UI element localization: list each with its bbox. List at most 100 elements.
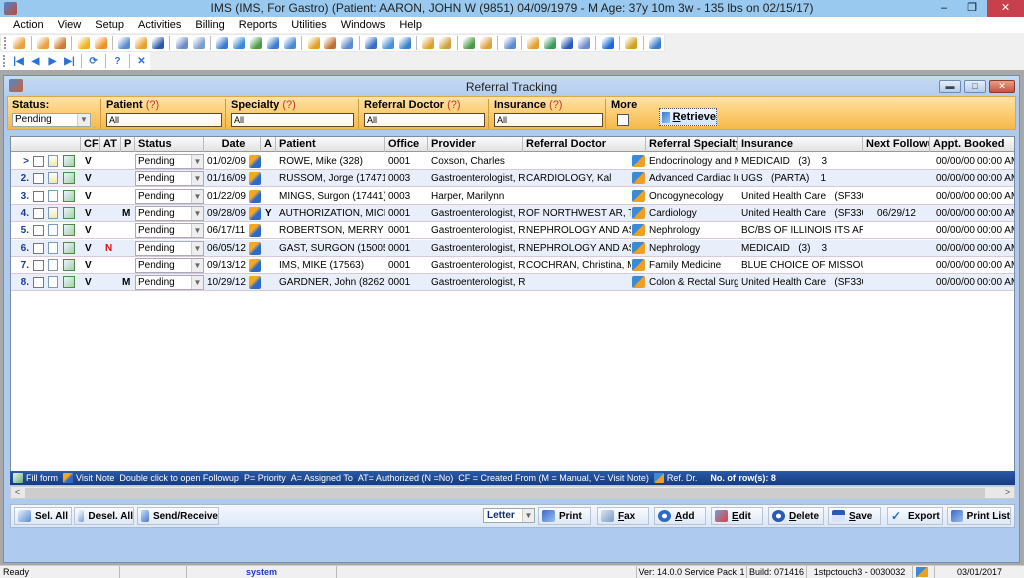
table-row[interactable]: 5. V Pending▼06/17/11 ROBERTSON, MERRY (175… (11, 222, 1014, 240)
table-row[interactable]: 2. V Pending ▼ 01/16/09 RUSSOM, Jorge (17471)… (11, 170, 1014, 188)
menu-reports[interactable]: Reports (232, 17, 285, 33)
table-row[interactable]: 3. V Pending ▼ 01/22/09 MINGS, Surgon (17441)… (11, 188, 1014, 205)
ref-dr-icon[interactable] (632, 206, 645, 219)
column-header-office[interactable]: Office (385, 137, 428, 152)
ref-dr-icon[interactable] (632, 241, 645, 254)
document-icon[interactable] (48, 172, 58, 185)
visit-note-icon[interactable] (249, 224, 261, 238)
patient-check-icon[interactable] (53, 35, 68, 51)
row-checkbox[interactable] (33, 173, 44, 185)
chevron-down-icon[interactable]: ▼ (191, 172, 203, 186)
template-icon[interactable] (577, 35, 592, 51)
column-header-insurance[interactable]: Insurance (738, 137, 863, 152)
referral-doctor-filter-input[interactable]: All (364, 113, 485, 127)
charges-icon[interactable] (266, 35, 281, 51)
chevron-down-icon[interactable]: ▼ (191, 224, 203, 238)
prescription-icon[interactable] (117, 35, 132, 51)
column-header-date[interactable]: Date (204, 137, 261, 152)
visit-note-icon[interactable] (249, 155, 261, 168)
row-checkbox[interactable] (33, 207, 44, 219)
row-checkbox[interactable] (33, 242, 44, 254)
shield-icon[interactable] (151, 35, 166, 51)
chevron-down-icon[interactable]: ▼ (522, 509, 534, 522)
minimize-button[interactable]: – (930, 0, 958, 17)
help-icon[interactable] (600, 35, 615, 51)
chevron-down-icon[interactable]: ▼ (191, 276, 203, 290)
chart-icon[interactable] (462, 35, 477, 51)
inbox-icon[interactable] (380, 35, 395, 51)
first-record-icon[interactable]: |◀ (11, 53, 26, 69)
referral-icon[interactable] (478, 35, 493, 51)
claims-icon[interactable] (249, 35, 264, 51)
status-filter-select[interactable]: Pending ▼ (12, 113, 91, 127)
fill-form-icon[interactable] (63, 241, 75, 254)
fill-form-icon[interactable] (63, 189, 75, 202)
referral-doctor-help-link[interactable]: (?) (447, 99, 460, 111)
last-record-icon[interactable]: ▶| (62, 53, 77, 69)
visit-note-icon[interactable] (249, 172, 261, 186)
column-header-provider[interactable]: Provider (428, 137, 523, 152)
visit-note-icon[interactable] (93, 35, 108, 51)
status-select[interactable]: Pending ▼ (135, 275, 204, 291)
menu-view[interactable]: View (51, 17, 89, 33)
ref-dr-icon[interactable] (632, 172, 645, 185)
row-checkbox[interactable] (33, 259, 44, 271)
chevron-down-icon[interactable]: ▼ (77, 114, 90, 126)
chevron-down-icon[interactable]: ▼ (191, 206, 203, 220)
insurance-filter-input[interactable]: All (494, 113, 603, 127)
document-view-icon[interactable] (502, 35, 517, 51)
patient-filter-input[interactable]: All (106, 113, 222, 127)
billing-icon[interactable] (215, 35, 230, 51)
restore-button[interactable]: ❐ (958, 0, 986, 17)
scheduler-icon[interactable] (323, 35, 338, 51)
chevron-down-icon[interactable]: ▼ (191, 241, 203, 255)
fill-form-icon[interactable] (63, 224, 75, 237)
fax-icon[interactable] (526, 35, 541, 51)
row-checkbox[interactable] (33, 225, 44, 237)
column-header-p[interactable]: P (121, 137, 135, 152)
fill-form-icon[interactable] (63, 155, 75, 167)
column-header-patient[interactable]: Patient (276, 137, 385, 152)
status-select[interactable]: Pending ▼ (135, 205, 204, 221)
export-button[interactable]: ✓ Export (887, 507, 943, 525)
visit-note-icon[interactable] (249, 276, 261, 290)
child-minimize-button[interactable]: ▬ (939, 80, 961, 93)
payment-icon[interactable] (232, 35, 247, 51)
table-row[interactable]: 6. V N Pending ▼ 06/05/12 GAST, SURGON (15005)… (11, 239, 1014, 257)
document-icon[interactable] (174, 35, 189, 51)
delete-button[interactable]: Delete (768, 507, 824, 525)
close-button[interactable]: ✕ (987, 0, 1024, 17)
ref-dr-icon[interactable] (632, 258, 645, 271)
insurance-help-link[interactable]: (?) (549, 99, 562, 111)
patient-help-link[interactable]: (?) (146, 99, 159, 111)
document-icon[interactable] (48, 206, 58, 219)
horizontal-scrollbar[interactable]: < > (10, 486, 1015, 499)
ledger-icon[interactable] (282, 35, 297, 51)
menu-activities[interactable]: Activities (131, 17, 188, 33)
refresh-icon[interactable]: ⟳ (86, 53, 101, 69)
column-header-select[interactable] (11, 137, 81, 152)
column-header-next-followup[interactable]: Next Followup (863, 137, 930, 152)
send-receive-button[interactable]: Send/Receive (137, 507, 219, 525)
note-pad-icon[interactable] (191, 35, 206, 51)
chevron-down-icon[interactable]: ▼ (191, 189, 203, 203)
edit-button[interactable]: Edit (711, 507, 763, 525)
deselect-all-button[interactable]: Desel. All (74, 507, 134, 525)
patient-edit-icon[interactable] (36, 35, 51, 51)
table-row[interactable]: 4. V M Pending▼09/28/09 Y AUTHORIZATION, MICH… (11, 204, 1014, 222)
add-button[interactable]: Add (654, 507, 706, 525)
column-header-status[interactable]: Status (135, 137, 204, 152)
ref-dr-icon[interactable] (632, 276, 645, 289)
ref-dr-icon[interactable] (632, 189, 645, 202)
table-row[interactable]: 7. V Pending ▼ 09/13/12 IMS, MIKE (17563) 0001… (11, 257, 1014, 274)
print-list-button[interactable]: Print List (947, 507, 1011, 525)
menu-billing[interactable]: Billing (188, 17, 231, 33)
lock-icon[interactable] (624, 35, 639, 51)
scroll-thumb[interactable] (25, 488, 985, 498)
column-header-referral-specialty[interactable]: Referral Specialty (646, 137, 738, 152)
status-select[interactable]: Pending ▼ (135, 240, 204, 256)
menu-utilities[interactable]: Utilities (284, 17, 333, 33)
chevron-down-icon[interactable]: ▼ (191, 155, 203, 168)
save-button[interactable]: Save (828, 507, 881, 525)
status-select[interactable]: Pending ▼ (135, 257, 204, 273)
